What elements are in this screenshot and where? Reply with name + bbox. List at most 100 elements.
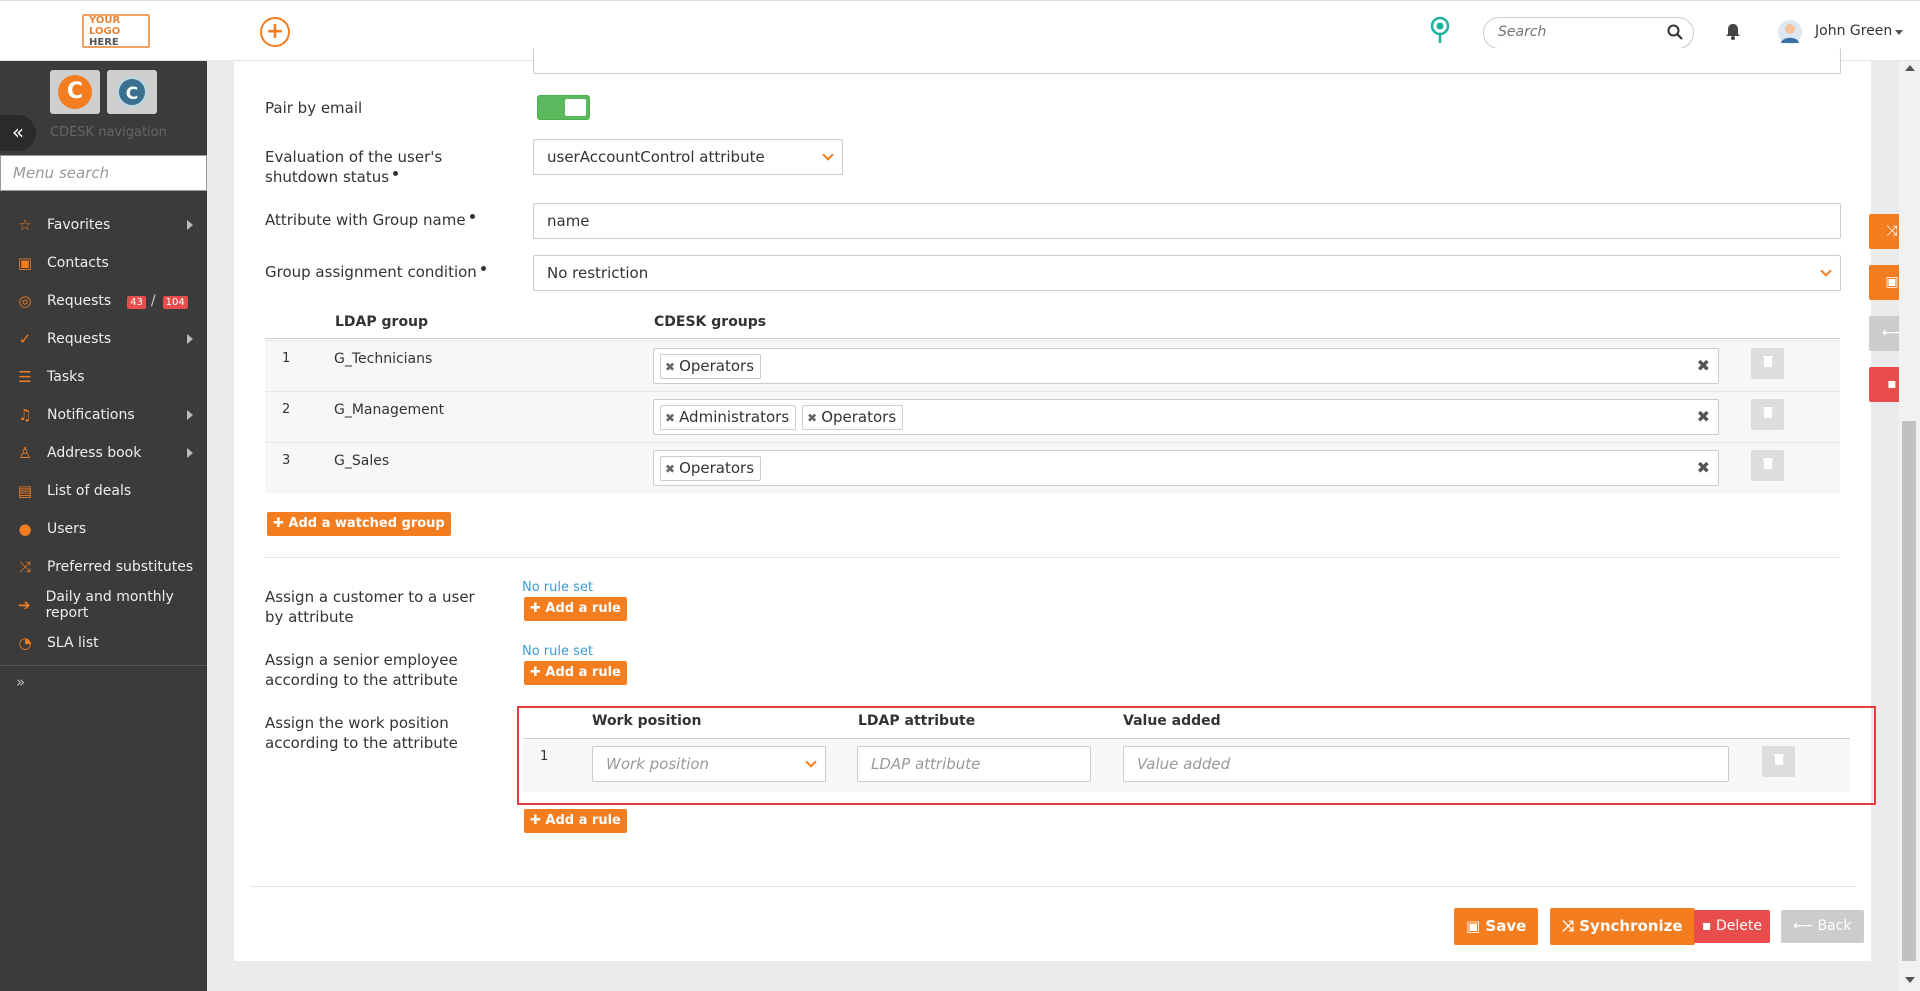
chevron-down-icon xyxy=(822,149,834,161)
chevron-right-icon xyxy=(187,220,193,230)
back-button[interactable]: ⟵ Back xyxy=(1781,910,1864,943)
sidebar-item-address-book[interactable]: ♙ Address book xyxy=(0,434,207,472)
location-pin-icon[interactable] xyxy=(1425,15,1455,45)
chevron-down-icon xyxy=(1820,265,1832,277)
cdesk-groups-select[interactable]: ✖ Administrators ✖ Operators ✖ xyxy=(653,399,1719,435)
sidebar-item-preferred-substitutes[interactable]: ⤨ Preferred substitutes xyxy=(0,548,207,586)
highlight-frame xyxy=(517,706,1876,805)
bell-icon[interactable] xyxy=(1725,23,1741,44)
sidebar-item-sla-list[interactable]: ◔ SLA list xyxy=(0,624,207,662)
remove-tag-icon[interactable]: ✖ xyxy=(665,411,675,425)
clear-icon[interactable]: ✖ xyxy=(1697,407,1710,426)
sidebar-item-daily-and-monthly-report[interactable]: ➔ Daily and monthly report xyxy=(0,586,207,624)
person-icon: ♙ xyxy=(18,444,32,462)
user-name[interactable]: John Green xyxy=(1815,23,1892,39)
sidebar-item-notifications[interactable]: ♫ Notifications xyxy=(0,396,207,434)
expand-menu-icon[interactable]: » xyxy=(16,673,25,691)
no-rule-set-text: No rule set xyxy=(522,644,594,659)
nav-title: CDESK navigation xyxy=(50,125,167,140)
add-watched-group-button[interactable]: ✚ Add a watched group xyxy=(267,512,451,536)
remove-tag-icon[interactable]: ✖ xyxy=(807,411,817,425)
menu-search-input[interactable]: Menu search xyxy=(0,155,207,191)
chevron-right-icon xyxy=(187,410,193,420)
delete-row-button[interactable] xyxy=(1751,450,1784,481)
add-rule-button[interactable]: ✚ Add a rule xyxy=(524,661,627,685)
arrow-left-icon: ⟵ xyxy=(1793,918,1818,934)
group-condition-select[interactable]: No restriction xyxy=(533,255,1841,291)
badge-count: 104 xyxy=(162,296,188,309)
bell-icon: ♫ xyxy=(18,406,32,424)
delete-row-button[interactable] xyxy=(1751,348,1784,379)
sidebar-item-label: Users xyxy=(47,521,87,537)
badge-count: 43 xyxy=(127,296,146,309)
remove-tag-icon[interactable]: ✖ xyxy=(665,360,675,374)
sidebar: C C « CDESK navigation Menu search ☆ Favo… xyxy=(0,61,207,991)
assign-senior-label: Assign a senior employee according to th… xyxy=(265,651,458,689)
check-circle-icon: ✓ xyxy=(18,330,32,348)
sidebar-item-label: List of deals xyxy=(47,483,132,499)
sidebar-nav: ☆ Favorites ▣ Contacts ◎ Requests 43/104 ✓ Reque… xyxy=(0,206,207,662)
cdesk-groups-select[interactable]: ✖ Operators ✖ xyxy=(653,348,1719,384)
floppy-icon: ▣ xyxy=(1885,274,1899,290)
group-tag[interactable]: ✖ Operators xyxy=(802,405,904,430)
star-icon: ☆ xyxy=(18,216,32,234)
section-divider xyxy=(265,557,1840,558)
ldap-account-name-field[interactable] xyxy=(533,48,1841,74)
delete-button[interactable]: ▪ Delete xyxy=(1694,910,1770,943)
sidebar-item-label: Requests xyxy=(47,331,112,347)
collapse-sidebar-button[interactable]: « xyxy=(0,115,36,151)
sidebar-item-label: Requests xyxy=(47,293,112,309)
logo-line2: HERE xyxy=(89,36,119,48)
sidebar-item-contacts[interactable]: ▣ Contacts xyxy=(0,244,207,282)
trash-icon: ▪ xyxy=(1887,376,1897,392)
clear-icon[interactable]: ✖ xyxy=(1697,356,1710,375)
ldap-group-name: G_Sales xyxy=(334,453,390,469)
required-dot-icon xyxy=(480,266,486,271)
group-tag[interactable]: ✖ Administrators xyxy=(660,405,797,430)
add-rule-button[interactable]: ✚ Add a rule xyxy=(524,809,627,833)
tasks-icon: ☰ xyxy=(18,368,32,386)
sidebar-item-label: Address book xyxy=(47,445,142,461)
chevron-right-icon xyxy=(187,334,193,344)
synchronize-button[interactable]: ⤨ Synchronize xyxy=(1550,908,1695,945)
cdesk-alt-logo[interactable]: C xyxy=(107,70,157,114)
pair-by-email-toggle[interactable] xyxy=(537,95,590,120)
chevron-down-icon[interactable] xyxy=(1895,30,1903,35)
shutdown-status-select[interactable]: userAccountControl attribute xyxy=(533,139,843,175)
clear-icon[interactable]: ✖ xyxy=(1697,458,1710,477)
row-number: 2 xyxy=(282,402,291,417)
sidebar-item-requests[interactable]: ✓ Requests xyxy=(0,320,207,358)
sidebar-item-list-of-deals[interactable]: ▤ List of deals xyxy=(0,472,207,510)
avatar[interactable] xyxy=(1778,20,1802,44)
required-dot-icon xyxy=(469,214,475,219)
add-new-button[interactable]: + xyxy=(260,17,290,47)
cdesk-app-logo[interactable]: C xyxy=(50,70,100,114)
remove-tag-icon[interactable]: ✖ xyxy=(665,462,675,476)
requests-icon: ◎ xyxy=(18,292,32,310)
scrollbar[interactable] xyxy=(1899,61,1920,991)
add-rule-button[interactable]: ✚ Add a rule xyxy=(524,597,627,621)
group-tag[interactable]: ✖ Operators xyxy=(660,456,762,481)
global-search[interactable] xyxy=(1483,17,1694,49)
group-attribute-input[interactable]: name xyxy=(533,203,1841,239)
briefcase-icon: ▤ xyxy=(17,482,33,500)
sidebar-item-users[interactable]: ● Users xyxy=(0,510,207,548)
delete-row-button[interactable] xyxy=(1751,399,1784,430)
sidebar-item-label: Notifications xyxy=(47,407,135,423)
table-row: 1 G_Technicians ✖ Operators ✖ xyxy=(265,340,1840,391)
search-input[interactable] xyxy=(1498,24,1658,40)
save-button[interactable]: ▣ Save xyxy=(1454,908,1539,945)
search-icon[interactable] xyxy=(1667,24,1683,44)
company-logo[interactable]: YOUR LOGO HERE xyxy=(82,14,150,48)
sidebar-item-favorites[interactable]: ☆ Favorites xyxy=(0,206,207,244)
sidebar-item-label: SLA list xyxy=(47,635,99,651)
sidebar-item-requests[interactable]: ◎ Requests 43/104 xyxy=(0,282,207,320)
no-rule-set-text: No rule set xyxy=(522,580,594,595)
cdesk-groups-select[interactable]: ✖ Operators ✖ xyxy=(653,450,1719,486)
sidebar-item-label: Daily and monthly report xyxy=(45,589,174,621)
sidebar-item-tasks[interactable]: ☰ Tasks xyxy=(0,358,207,396)
required-dot-icon xyxy=(393,171,399,176)
group-attribute-label: Attribute with Group name xyxy=(265,210,475,230)
table-row: 3 G_Sales ✖ Operators ✖ xyxy=(265,442,1840,493)
group-tag[interactable]: ✖ Operators xyxy=(660,354,762,379)
